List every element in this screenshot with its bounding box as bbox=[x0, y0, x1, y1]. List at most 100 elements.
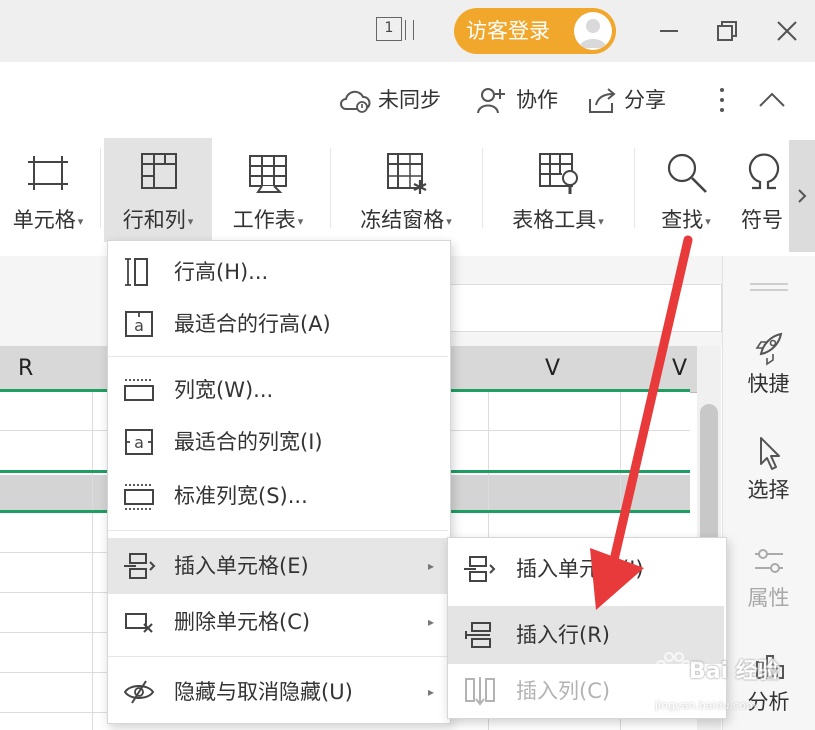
ribbon-row-col-label: 行和列 bbox=[122, 208, 186, 232]
column-header-v[interactable]: V bbox=[545, 346, 560, 392]
ribbon-divider bbox=[330, 148, 331, 228]
page-counter-icon[interactable]: 1 bbox=[376, 17, 414, 43]
avatar-icon bbox=[574, 12, 612, 50]
scroll-up-arrow-icon bbox=[704, 386, 714, 392]
menu-item-insert-cells-label: 插入单元格(E) bbox=[174, 554, 309, 578]
side-shortcut-button[interactable]: 快捷 bbox=[722, 330, 815, 410]
menu-item-column-width[interactable]: 列宽(W)... bbox=[108, 362, 448, 418]
collaborate-button[interactable]: 协作 bbox=[476, 82, 570, 118]
autofit-row-height-icon: a bbox=[125, 311, 153, 337]
menu-divider bbox=[108, 530, 448, 531]
menu-item-standard-column-width[interactable]: 标准列宽(S)... bbox=[108, 468, 448, 524]
side-properties-button[interactable]: 属性 bbox=[722, 544, 815, 624]
cursor-select-icon bbox=[759, 437, 780, 470]
menu-item-autofit-column-width[interactable]: a 最适合的列宽(I) bbox=[108, 414, 448, 470]
side-select-label: 选择 bbox=[747, 478, 790, 502]
close-icon bbox=[777, 21, 797, 41]
dropdown-arrow-icon: ▾ bbox=[705, 214, 711, 228]
ribbon-row-col-button[interactable]: 行和列 ▾ bbox=[104, 140, 212, 248]
cell-icon bbox=[28, 156, 68, 190]
menu-item-column-width-label: 列宽(W)... bbox=[174, 378, 274, 402]
menu-item-hide-unhide-label: 隐藏与取消隐藏(U) bbox=[174, 680, 353, 704]
ribbon-table-tools-label: 表格工具 bbox=[512, 208, 597, 232]
restore-icon bbox=[717, 21, 737, 41]
ribbon-divider bbox=[100, 148, 101, 228]
ribbon-scroll-right-button[interactable] bbox=[789, 140, 815, 252]
menu-divider bbox=[108, 356, 448, 357]
menu-item-standard-column-width-label: 标准列宽(S)... bbox=[174, 484, 308, 508]
restore-button[interactable] bbox=[710, 14, 744, 48]
watermark-brand: Bai 经验 bbox=[689, 659, 780, 684]
cloud-sync-icon bbox=[340, 90, 371, 113]
insert-cells-icon bbox=[464, 556, 496, 582]
guest-login-label: 访客登录 bbox=[466, 19, 550, 43]
omega-symbol-icon bbox=[748, 153, 780, 190]
collaborate-label: 协作 bbox=[516, 88, 558, 112]
search-icon bbox=[667, 153, 707, 193]
collaborate-icon bbox=[477, 88, 505, 114]
share-label: 分享 bbox=[624, 88, 666, 112]
annotation-arrow-icon bbox=[590, 235, 693, 610]
minimize-button[interactable] bbox=[652, 14, 686, 48]
eye-hidden-icon bbox=[123, 680, 155, 704]
ribbon-worksheet-button[interactable]: 工作表 ▾ bbox=[216, 140, 320, 248]
guest-login-button[interactable]: 访客登录 bbox=[454, 8, 616, 54]
menu-item-delete-cells-label: 删除单元格(C) bbox=[174, 610, 311, 634]
dropdown-arrow-icon: ▾ bbox=[598, 214, 604, 228]
table-tools-icon bbox=[539, 153, 578, 194]
sync-status-button[interactable]: 未同步 bbox=[338, 82, 458, 118]
collapse-ribbon-button[interactable] bbox=[754, 82, 790, 118]
page-counter-number: 1 bbox=[376, 17, 402, 41]
side-select-button[interactable]: 选择 bbox=[722, 436, 815, 516]
more-menu-button[interactable] bbox=[708, 82, 736, 118]
ribbon-symbol-button[interactable]: 符号 bbox=[732, 140, 792, 248]
menu-item-row-height[interactable]: 行高(H)... bbox=[108, 244, 448, 300]
rocket-icon bbox=[755, 332, 782, 366]
row-height-icon bbox=[125, 258, 148, 286]
ribbon-freeze-panes-label: 冻结窗格 bbox=[360, 208, 445, 232]
dropdown-arrow-icon: ▾ bbox=[446, 214, 452, 228]
dropdown-arrow-icon: ▾ bbox=[77, 214, 84, 228]
ribbon-divider bbox=[482, 148, 483, 228]
ribbon-symbol-label: 符号 bbox=[741, 208, 783, 232]
column-header-r[interactable]: R bbox=[18, 346, 33, 392]
insert-column-icon bbox=[465, 677, 495, 706]
menu-divider bbox=[108, 656, 448, 657]
column-width-icon bbox=[124, 379, 154, 401]
autofit-column-width-icon: a bbox=[125, 429, 153, 455]
menu-item-delete-cells[interactable]: 删除单元格(C) ▸ bbox=[108, 594, 448, 650]
baidu-jingyan-watermark: Bai 经验 jingyan.baidu.com bbox=[655, 645, 795, 725]
side-panel-grip bbox=[750, 283, 788, 285]
sync-status-label: 未同步 bbox=[378, 88, 441, 112]
minimize-icon bbox=[660, 30, 678, 32]
svg-text:a: a bbox=[134, 433, 144, 452]
dropdown-arrow-icon: ▾ bbox=[187, 214, 194, 228]
ribbon-cell-button[interactable]: 单元格 ▾ bbox=[0, 140, 96, 248]
menu-item-insert-cells[interactable]: 插入单元格(E) ▸ bbox=[108, 538, 448, 594]
ribbon-find-label: 查找 bbox=[661, 208, 704, 232]
share-button[interactable]: 分享 bbox=[586, 82, 682, 118]
side-shortcut-label: 快捷 bbox=[747, 372, 790, 396]
chevron-right-icon bbox=[798, 189, 807, 203]
paw-logo-icon bbox=[656, 652, 691, 687]
insert-cells-icon bbox=[124, 553, 156, 579]
submenu-arrow-icon: ▸ bbox=[427, 559, 434, 573]
standard-column-width-icon bbox=[124, 484, 154, 510]
sliders-icon bbox=[754, 549, 783, 573]
ribbon-divider bbox=[634, 148, 635, 228]
submenu-item-insert-column-label: 插入列(C) bbox=[516, 679, 611, 703]
menu-item-row-height-label: 行高(H)... bbox=[174, 260, 269, 284]
submenu-arrow-icon: ▸ bbox=[427, 615, 434, 629]
side-properties-label: 属性 bbox=[747, 586, 790, 610]
menu-item-hide-unhide[interactable]: 隐藏与取消隐藏(U) ▸ bbox=[108, 664, 448, 720]
close-button[interactable] bbox=[770, 14, 804, 48]
dropdown-arrow-icon: ▾ bbox=[297, 214, 304, 228]
menu-item-autofit-row-height-label: 最适合的行高(A) bbox=[174, 312, 331, 336]
row-column-icon bbox=[141, 153, 177, 189]
worksheet-icon bbox=[249, 155, 287, 193]
submenu-arrow-icon: ▸ bbox=[427, 685, 434, 699]
ribbon-cell-label: 单元格 bbox=[12, 208, 76, 232]
ribbon-freeze-panes-button[interactable]: 冻结窗格 ▾ bbox=[340, 140, 472, 248]
menu-item-autofit-row-height[interactable]: a 最适合的行高(A) bbox=[108, 296, 448, 352]
freeze-panes-icon bbox=[387, 153, 427, 194]
